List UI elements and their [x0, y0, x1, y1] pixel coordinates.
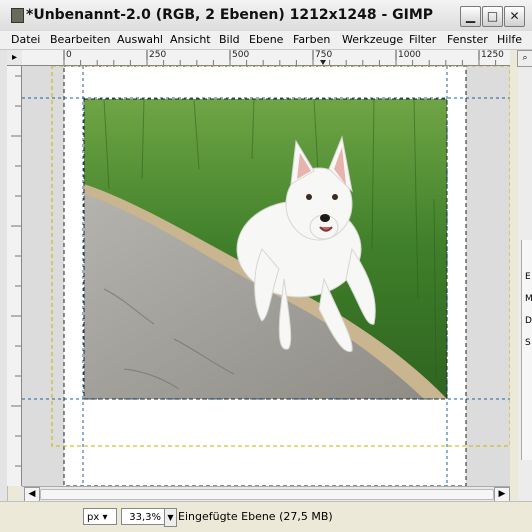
status-message: Eingefügte Ebene (27,5 MB) — [178, 510, 333, 523]
maximize-icon: □ — [486, 9, 499, 23]
layers-panel-edge[interactable]: E M D S — [521, 240, 532, 460]
menu-ebene[interactable]: Ebene — [249, 33, 283, 46]
gimp-app-icon — [11, 8, 24, 23]
menu-fenster[interactable]: Fenster — [447, 33, 488, 46]
unit-value: px — [87, 512, 100, 523]
close-icon: ✕ — [509, 9, 520, 23]
menu-bar: Datei Bearbeiten Auswahl Ansicht Bild Eb… — [0, 31, 532, 50]
ruler-label: 1250 — [481, 50, 504, 60]
pointer-navigation-icon[interactable]: ▸ — [7, 50, 23, 66]
panel-letter: D — [525, 316, 532, 326]
ruler-ticks — [63, 50, 497, 65]
minimize-button[interactable]: ▁ — [460, 6, 481, 27]
zoom-dropdown-icon[interactable]: ▼ — [164, 508, 177, 527]
menu-datei[interactable]: Datei — [11, 33, 40, 46]
menu-hilfe[interactable]: Hilfe — [497, 33, 522, 46]
menu-filter[interactable]: Filter — [409, 33, 436, 46]
vertical-ruler-ticks — [11, 75, 21, 467]
scroll-left-icon[interactable]: ◀ — [24, 487, 40, 502]
menu-auswahl[interactable]: Auswahl — [117, 33, 163, 46]
close-button[interactable]: ✕ — [504, 6, 525, 27]
maximize-button[interactable]: □ — [482, 6, 503, 27]
ruler-label: 0 — [66, 50, 72, 60]
image-canvas[interactable] — [22, 66, 510, 486]
title-bar[interactable]: *Unbenannt-2.0 (RGB, 2 Ebenen) 1212x1248… — [0, 0, 532, 32]
menu-werkzeuge[interactable]: Werkzeuge — [342, 33, 403, 46]
horizontal-scrollbar[interactable]: ◀ ▶ — [22, 486, 510, 502]
ruler-label: 1000 — [398, 50, 421, 60]
chevron-down-icon: ▾ — [102, 512, 108, 523]
ruler-label: 750 — [315, 50, 333, 60]
minimize-icon: ▁ — [465, 9, 476, 23]
window-title: *Unbenannt-2.0 (RGB, 2 Ebenen) 1212x1248… — [26, 7, 434, 23]
panel-letter: S — [525, 338, 531, 348]
menu-bearbeiten[interactable]: Bearbeiten — [50, 33, 110, 46]
menu-farben[interactable]: Farben — [293, 33, 330, 46]
horizontal-ruler[interactable]: 0 250 500 750 1000 1250 — [22, 50, 510, 66]
ruler-label: 250 — [149, 50, 167, 60]
menu-bild[interactable]: Bild — [219, 33, 240, 46]
zoom-icon[interactable]: ⌕ — [517, 50, 532, 67]
status-bar: px ▾ 33,3% ▼ Eingefügte Ebene (27,5 MB) — [0, 501, 532, 532]
menu-ansicht[interactable]: Ansicht — [170, 33, 211, 46]
scrollbar-thumb[interactable] — [40, 489, 494, 500]
selection-and-guides — [22, 66, 510, 486]
zoom-input[interactable]: 33,3% — [121, 508, 165, 525]
ruler-label: 500 — [232, 50, 250, 60]
unit-selector[interactable]: px ▾ — [83, 508, 117, 525]
panel-letter: M — [525, 294, 532, 304]
panel-letter: E — [525, 272, 531, 282]
vertical-ruler[interactable] — [7, 66, 22, 486]
scroll-right-icon[interactable]: ▶ — [494, 487, 510, 502]
